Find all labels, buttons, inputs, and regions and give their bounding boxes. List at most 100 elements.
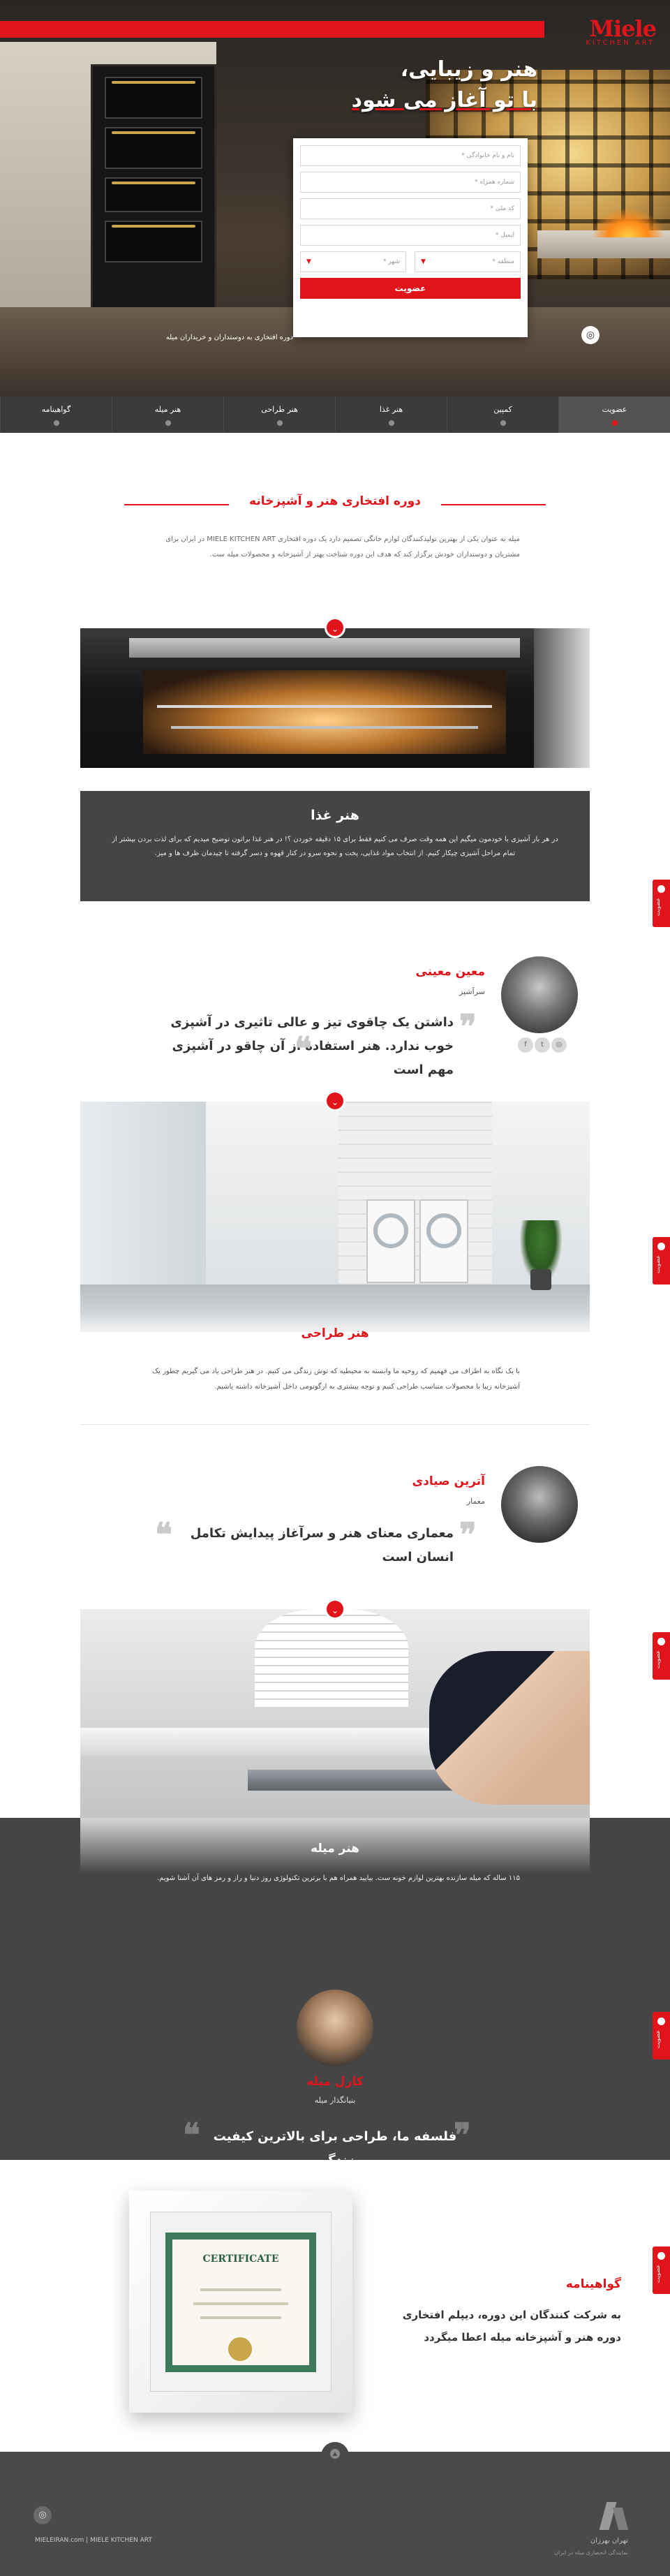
side-tab-label: عضویت (655, 2030, 661, 2048)
side-signup-tab[interactable]: عضویت (653, 880, 670, 927)
washer-drum-1 (373, 1213, 408, 1248)
quote-open-icon: ❞ (459, 1516, 477, 1553)
mobile-field[interactable]: شماره همراه * (300, 172, 521, 193)
nav-dot (500, 420, 506, 426)
oven-top-panel (129, 638, 520, 658)
chevron-down-icon[interactable]: ⌄ (325, 617, 345, 638)
footer: ▲ ◎ MIELEIRAN.com | MIELE KITCHEN ART ته… (0, 2442, 670, 2576)
hand (429, 1651, 590, 1805)
doc-line (200, 2288, 281, 2291)
chevron-up-icon[interactable]: ▲ (330, 2449, 340, 2459)
user-icon (657, 2252, 665, 2260)
oven-rack-1 (157, 705, 492, 708)
nav-item-campaign[interactable]: کمپین (447, 397, 558, 433)
submit-button[interactable]: عضویت (300, 278, 521, 299)
dishwasher-panel (248, 1770, 457, 1791)
nav-item-design[interactable]: هنر طراحی (223, 397, 335, 433)
intro-heading: دوره افتخاری هنر و آشپزخانه (249, 494, 421, 508)
oven-rack-2 (171, 726, 478, 729)
quote2-name: آترین صیادی (412, 1474, 485, 1488)
nav-item-miele[interactable]: هنر میله (112, 397, 223, 433)
miele-heading-wrap: هنر میله (0, 1842, 670, 1856)
nav-item-food[interactable]: هنر غذا (335, 397, 447, 433)
select-row: شهر * ▼ منطقه * ▼ (300, 251, 521, 272)
twitter-icon[interactable]: t (535, 1037, 550, 1053)
side-signup-tab[interactable]: عضویت (653, 2246, 670, 2294)
miele-paragraph: ۱۱۵ ساله که میله سازنده بهترین لوازم خون… (157, 1874, 520, 1882)
email-field[interactable]: ایمیل * (300, 225, 521, 246)
area-select-label: منطقه * (492, 258, 514, 265)
hero-title: هنر و زیبایی، با تو آغاز می شود (286, 54, 537, 116)
design-heading: هنر طراحی (301, 1326, 369, 1340)
doc-line (200, 2316, 281, 2319)
food-heading: هنر غذا (311, 808, 359, 823)
nav-label: هنر غذا (379, 405, 403, 414)
hero-title-line2: با تو آغاز می شود (351, 88, 537, 112)
avatar (501, 956, 578, 1033)
side-tab-label: عضویت (655, 898, 661, 916)
user-icon (657, 885, 665, 893)
oven-handle-2 (112, 131, 195, 134)
city-select-label: شهر * (382, 258, 400, 265)
city-select[interactable]: شهر * ▼ (300, 251, 406, 272)
behrezan-logo (599, 2502, 634, 2533)
oven-photo (80, 628, 590, 768)
area-select[interactable]: منطقه * ▼ (415, 251, 521, 272)
fullname-field[interactable]: نام و نام خانوادگی * (300, 145, 521, 166)
plant-pot (530, 1269, 551, 1290)
miele-logo[interactable]: Miele KITCHEN ART (551, 15, 657, 47)
chevron-down-icon: ▼ (306, 258, 311, 265)
heading-line-left (124, 504, 229, 505)
nav-label: هنر طراحی (261, 405, 298, 414)
instagram-icon[interactable]: ◎ (34, 2506, 52, 2524)
logo-word: Miele (589, 15, 657, 42)
chevron-down-icon: ▼ (421, 258, 426, 265)
side-tab-label: عضویت (655, 1650, 661, 1668)
quote3-name: کارل میله (306, 2075, 364, 2089)
divider (80, 1424, 590, 1425)
instagram-icon[interactable]: ◎ (551, 1037, 567, 1053)
chevron-down-icon[interactable]: ⌄ (325, 1090, 345, 1111)
seal-icon (228, 2337, 252, 2361)
nav-item-signup[interactable]: عضویت (558, 397, 670, 433)
design-heading-wrap: هنر طراحی (0, 1326, 670, 1340)
nav-label: عضویت (602, 405, 627, 414)
quote1-name: معین معینی (415, 965, 485, 979)
logo-subtitle: KITCHEN ART (586, 39, 655, 47)
nav-dot (276, 420, 283, 426)
side-signup-tab[interactable]: عضویت (653, 1632, 670, 1680)
oven-side (534, 628, 590, 768)
footer-company-sub: نمایندگی انحصاری میله در ایران (554, 2549, 628, 2556)
miele-heading: هنر میله (311, 1842, 359, 1856)
avatar (297, 1990, 373, 2066)
user-icon (657, 1638, 665, 1645)
nav-label: کمپین (493, 405, 512, 414)
quote-close-icon: ❝ (183, 2116, 200, 2154)
design-paragraph: با یک نگاه به اطراف می فهمیم که روحیه ما… (152, 1368, 520, 1391)
quote-close-icon: ❝ (295, 1030, 312, 1067)
facebook-icon[interactable]: f (518, 1037, 533, 1053)
laundry-photo (80, 1102, 590, 1332)
national-id-field[interactable]: کد ملی * (300, 198, 521, 219)
footer-company: تهران بهرزان (590, 2537, 628, 2545)
chevron-down-icon[interactable]: ⌄ (325, 1599, 345, 1620)
instagram-icon[interactable]: ◎ (581, 326, 600, 344)
nav-dot (165, 420, 171, 426)
intro-heading-wrap: دوره افتخاری هنر و آشپزخانه (0, 494, 670, 508)
section-nav: عضویت کمپین هنر غذا هنر طراحی هنر میله گ… (0, 397, 670, 433)
avatar (501, 1466, 578, 1543)
oven-interior (143, 670, 506, 754)
side-tab-label: عضویت (655, 2265, 661, 2283)
brick-wall (338, 1102, 492, 1283)
nav-dot (53, 420, 59, 426)
nav-item-certificate[interactable]: گواهینامه (0, 397, 112, 433)
footer-links[interactable]: MIELEIRAN.com | MIELE KITCHEN ART (35, 2537, 152, 2544)
fireplace-glow (593, 209, 663, 237)
heading-line-right (441, 504, 546, 505)
quote2-role: معمار (466, 1497, 485, 1506)
food-paragraph: در هر بار آشپزی با خودمون میگیم این همه … (112, 836, 558, 857)
hero-caption: دوره افتخاری به دوستداران و خریداران میل… (165, 334, 293, 341)
intro-paragraph: میله به عنوان یکی از بهترین تولیدکنندگان… (165, 535, 520, 558)
side-signup-tab[interactable]: عضویت (653, 2012, 670, 2059)
side-signup-tab[interactable]: عضویت (653, 1237, 670, 1285)
